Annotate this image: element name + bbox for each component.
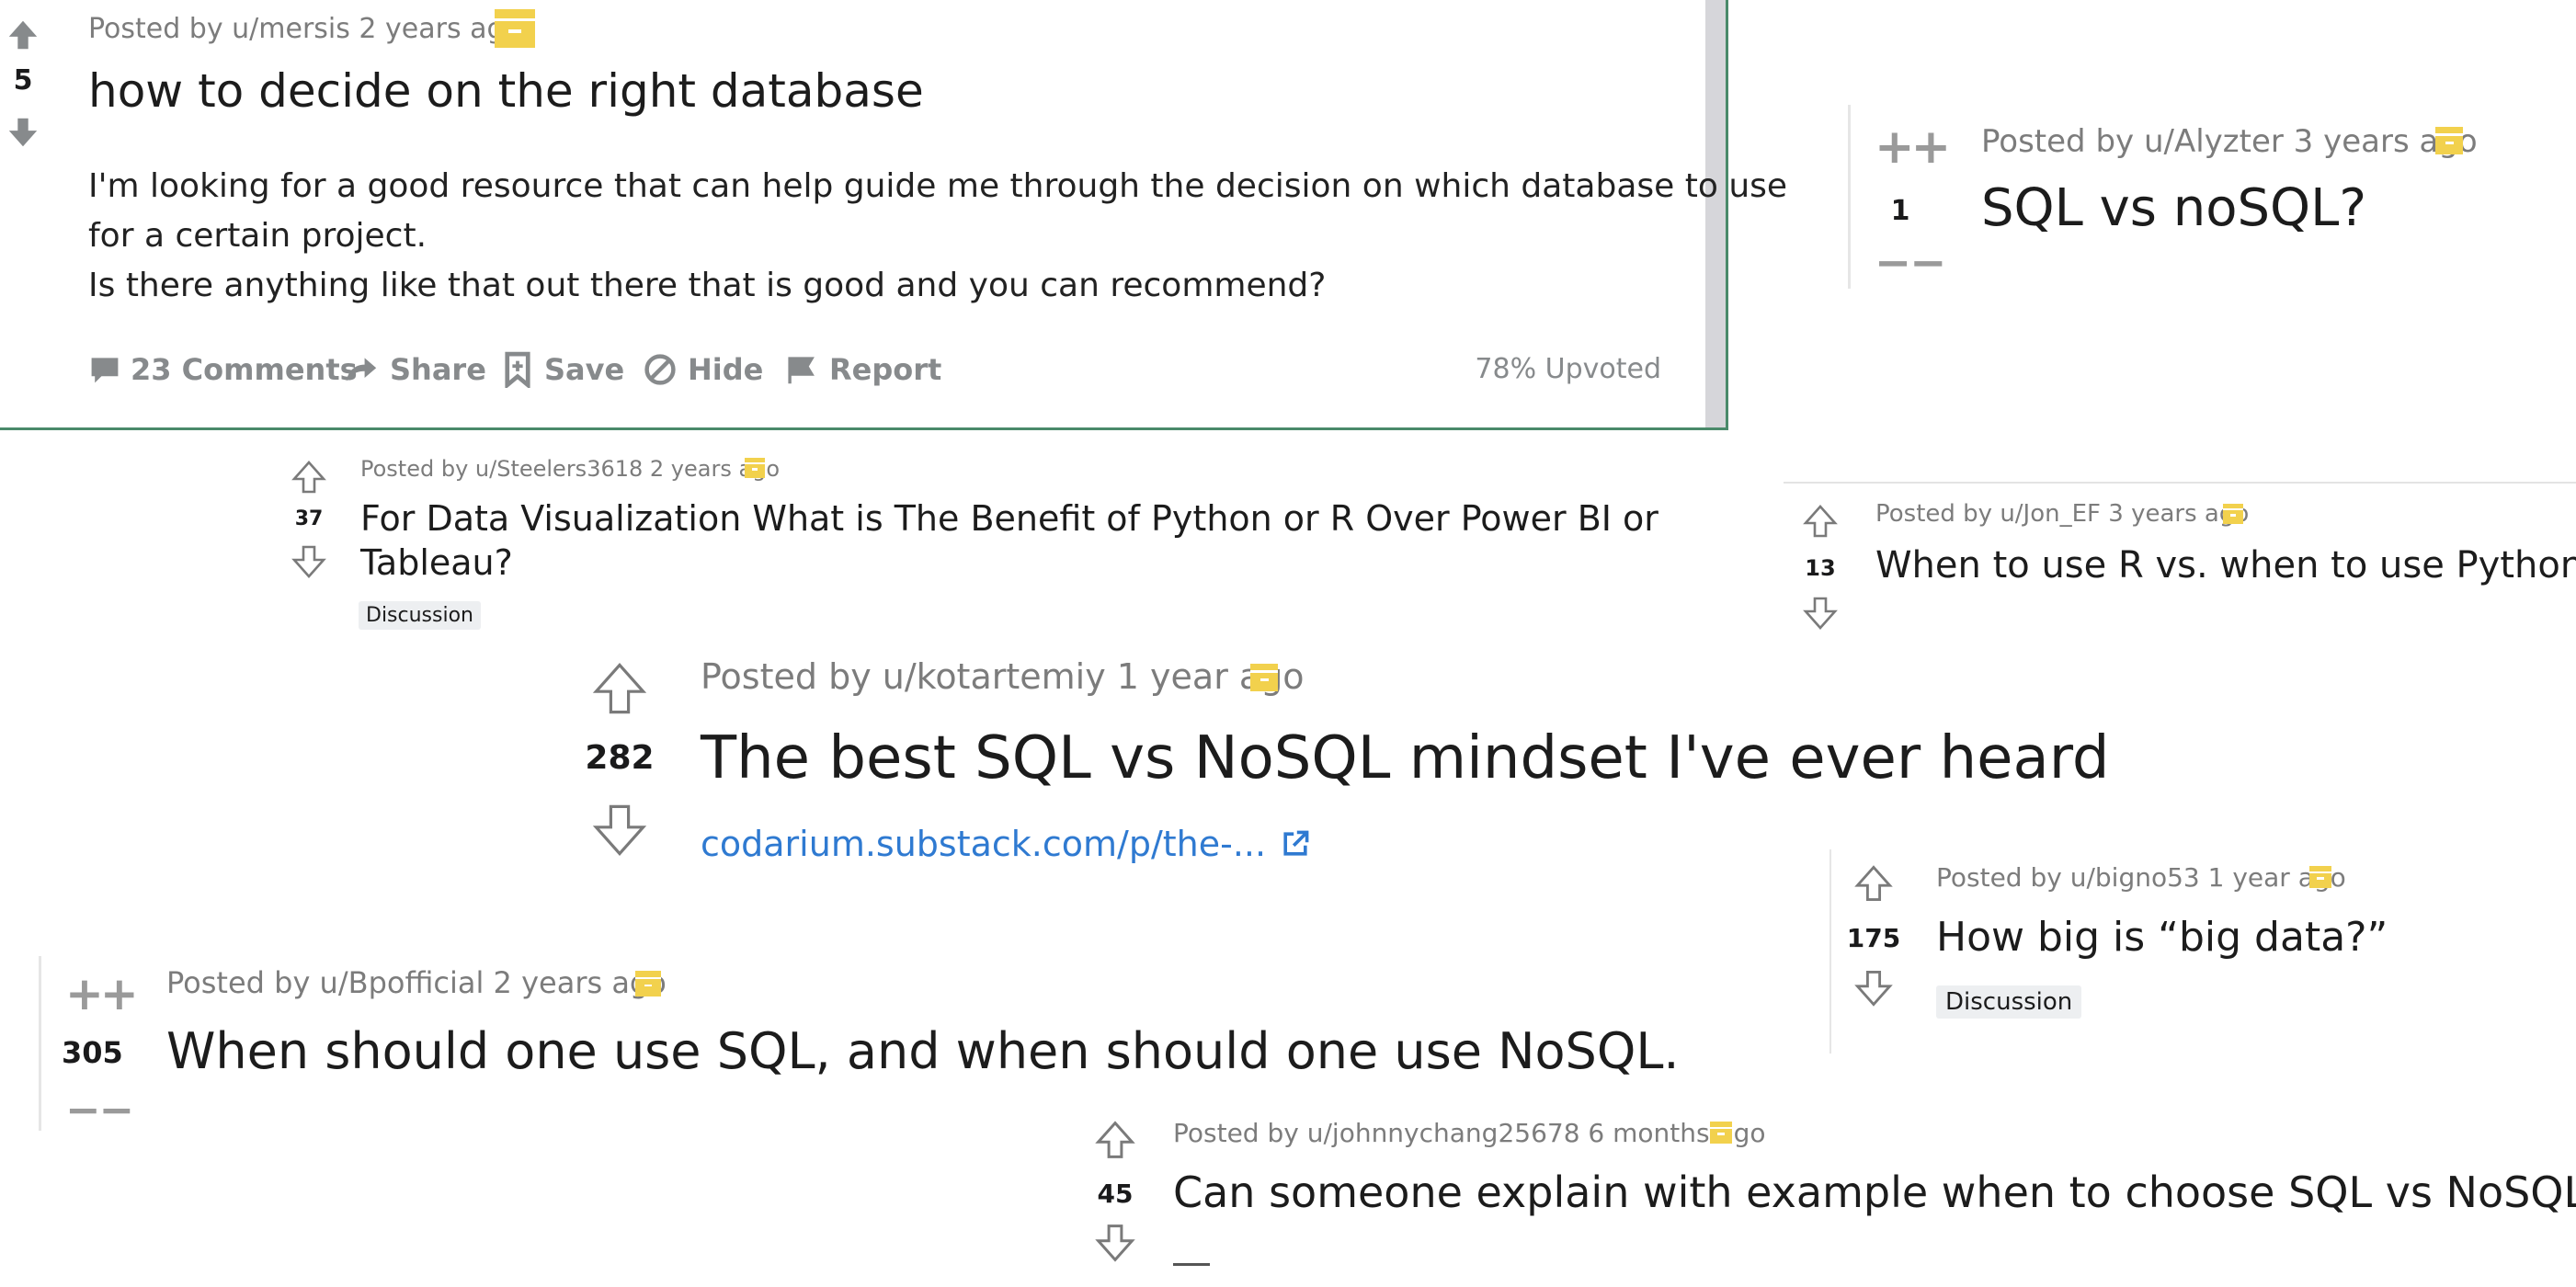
post-body-line: for a certain project. [88, 217, 427, 255]
upvoted-ratio: 78% Upvoted [1475, 353, 1661, 385]
downvote-arrow-icon[interactable] [1853, 967, 1894, 1009]
external-link-icon [1283, 830, 1309, 856]
external-link-text: codarium.substack.com/p/the-... [701, 824, 1267, 864]
report-button[interactable]: Report [785, 349, 941, 390]
save-bookmark-icon [505, 351, 530, 388]
share-button[interactable]: Share [344, 349, 486, 390]
post-title[interactable]: When should one use SQL, and when should… [166, 1022, 1680, 1080]
post-meta: Posted by u/Steelers3618 2 years ago [360, 456, 781, 482]
post-body-preview [1173, 1263, 1210, 1273]
post-bigno53[interactable]: 175 Posted by u/bigno53 1 year ago How b… [1829, 849, 2576, 1054]
vote-score: 175 [1846, 923, 1901, 953]
vote-score: 45 [1097, 1179, 1134, 1209]
save-label: Save [544, 352, 625, 387]
save-button[interactable]: Save [504, 349, 624, 390]
post-steelers3618[interactable]: 37 Posted by u/Steelers3618 2 years ago … [276, 445, 1658, 638]
vote-score: 282 [585, 739, 655, 777]
upvote-arrow-icon[interactable] [291, 458, 327, 496]
post-meta: Posted by u/bigno53 1 year ago [1936, 862, 2346, 893]
post-title[interactable]: Can someone explain with example when to… [1173, 1167, 2576, 1217]
post-alyzter[interactable]: ++ 1 −− Posted by u/Alyzter 3 years ago … [1848, 105, 2576, 289]
post-title-line: Tableau? [360, 542, 513, 583]
upvote-button[interactable]: ++ [65, 971, 139, 1017]
post-body-line: I'm looking for a good resource that can… [88, 167, 1788, 205]
archived-box-icon [1710, 1122, 1732, 1144]
vote-score: 5 [13, 64, 33, 97]
archived-box-icon [745, 458, 765, 478]
archived-box-icon [1250, 664, 1278, 691]
post-body: I'm looking for a good resource that can… [88, 162, 1787, 311]
post-title-line: For Data Visualization What is The Benef… [360, 498, 1658, 539]
downvote-button[interactable]: −− [1875, 241, 1946, 285]
archived-box-icon [635, 971, 661, 997]
comment-icon [91, 358, 119, 383]
post-meta: Posted by u/Bpofficial 2 years ago [166, 965, 667, 1000]
vote-score: 13 [1805, 555, 1836, 581]
upvote-arrow-icon[interactable] [1853, 862, 1894, 905]
archived-box-icon [495, 9, 535, 48]
archived-box-icon [2223, 504, 2243, 524]
share-label: Share [390, 352, 486, 387]
upvote-button[interactable]: ++ [1875, 123, 1951, 171]
post-body-line: Is there anything like that out there th… [88, 267, 1327, 304]
post-meta: Posted by u/Alyzter 3 years ago [1981, 123, 2478, 160]
upvote-arrow-icon[interactable] [6, 17, 40, 53]
hide-button[interactable]: Hide [644, 349, 763, 390]
post-mersis[interactable]: 5 Posted by u/mersis 2 years ago how to … [0, 0, 1787, 430]
archived-box-icon [2435, 127, 2463, 154]
archived-box-icon [2309, 866, 2331, 888]
vote-score: 37 [294, 507, 324, 530]
vote-score: 1 [1890, 195, 1910, 227]
post-meta: Posted by u/Jon_EF 3 years ago [1875, 500, 2250, 528]
comments-button[interactable]: 23 Comments [88, 349, 358, 390]
post-johnnychang25678[interactable]: 45 Posted by u/johnnychang25678 6 months… [1085, 1103, 2576, 1287]
divider [1784, 482, 2576, 484]
flair-discussion[interactable]: Discussion [1936, 985, 2082, 1019]
post-title[interactable]: SQL vs noSQL? [1981, 178, 2366, 238]
hide-label: Hide [688, 352, 764, 387]
upvote-arrow-icon[interactable] [590, 658, 649, 719]
upvote-arrow-icon[interactable] [1802, 502, 1839, 541]
downvote-arrow-icon[interactable] [590, 800, 649, 860]
report-flag-icon [788, 357, 815, 384]
post-title[interactable]: How big is “big data?” [1936, 914, 2388, 961]
post-title[interactable]: how to decide on the right database [88, 64, 924, 118]
external-link[interactable]: codarium.substack.com/p/the-... [701, 824, 1312, 864]
post-meta: Posted by u/mersis 2 years ago [88, 13, 521, 45]
flair-discussion[interactable]: Discussion [359, 601, 481, 630]
downvote-arrow-icon[interactable] [1802, 594, 1839, 632]
downvote-button[interactable]: −− [65, 1088, 134, 1131]
post-title[interactable]: When to use R vs. when to use Python? [1875, 544, 2576, 587]
downvote-arrow-icon[interactable] [291, 542, 327, 581]
post-kotartemiy[interactable]: 282 Posted by u/kotartemiy 1 year ago Th… [570, 644, 2109, 883]
downvote-arrow-icon[interactable] [1094, 1221, 1136, 1265]
post-title[interactable]: The best SQL vs NoSQL mindset I've ever … [701, 724, 2110, 792]
upvote-arrow-icon[interactable] [1094, 1118, 1136, 1162]
share-icon [346, 358, 377, 382]
downvote-arrow-icon[interactable] [6, 114, 40, 151]
post-meta: Posted by u/johnnychang25678 6 months ag… [1173, 1118, 1766, 1148]
vote-score: 305 [62, 1035, 123, 1070]
post-meta: Posted by u/kotartemiy 1 year ago [701, 656, 1305, 697]
post-title[interactable]: For Data Visualization What is The Benef… [360, 496, 1658, 585]
hide-icon [644, 354, 676, 385]
report-label: Report [829, 352, 942, 387]
comments-label: 23 Comments [131, 352, 358, 387]
post-jon-ef[interactable]: 13 Posted by u/Jon_EF 3 years ago When t… [1784, 489, 2576, 645]
